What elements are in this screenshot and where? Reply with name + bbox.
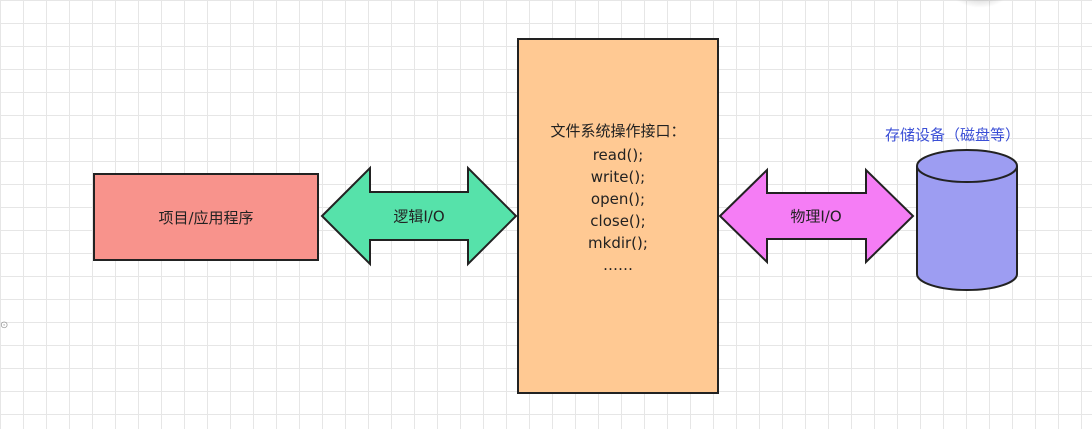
physical-io-label: 物理I/O — [790, 207, 842, 226]
app-node: 项目/应用程序 — [93, 173, 319, 261]
filesystem-title: 文件系统操作接口： — [550, 122, 686, 140]
app-node-label: 项目/应用程序 — [158, 208, 254, 227]
method-close: close(); — [590, 212, 646, 230]
diagram-canvas: ⊙ 项目/应用程序 文件系统操作接口： read(); write(); ope… — [0, 0, 1092, 429]
filesystem-node: 文件系统操作接口： read(); write(); open(); close… — [517, 38, 719, 394]
filesystem-text: 文件系统操作接口： read(); write(); open(); close… — [519, 120, 717, 276]
method-write: write(); — [590, 168, 646, 186]
storage-cylinder — [916, 149, 1018, 291]
logical-io-label: 逻辑I/O — [393, 207, 445, 226]
method-mkdir: mkdir(); — [588, 234, 648, 252]
method-ellipsis: …… — [603, 256, 633, 274]
storage-label: 存储设备（磁盘等） — [885, 126, 1021, 144]
method-read: read(); — [592, 146, 644, 164]
method-open: open(); — [590, 190, 646, 208]
